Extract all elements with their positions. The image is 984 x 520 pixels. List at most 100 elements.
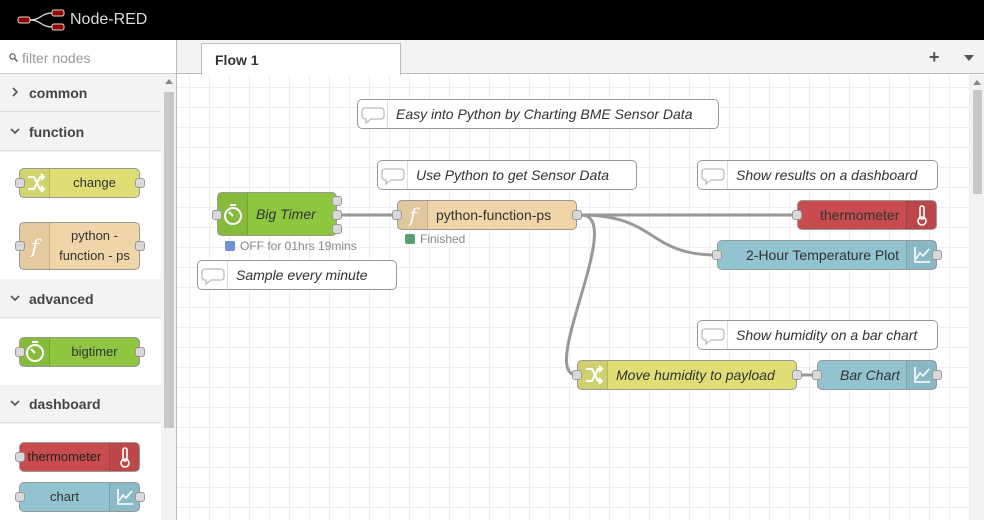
category-function-body: change f python - function - ps bbox=[0, 152, 161, 279]
app-title: Node-RED bbox=[70, 11, 148, 28]
chevron-down-icon bbox=[10, 128, 20, 135]
comment-text: Show humidity on a bar chart bbox=[736, 327, 918, 343]
output-port[interactable] bbox=[332, 210, 342, 220]
chevron-down-icon bbox=[10, 295, 20, 302]
palette-scrollbar-thumb[interactable] bbox=[164, 92, 174, 428]
tab-flow-1[interactable]: Flow 1 bbox=[201, 43, 401, 75]
input-port bbox=[15, 492, 25, 502]
comment-icon bbox=[358, 100, 388, 128]
input-port[interactable] bbox=[712, 250, 722, 260]
palette-node-label: python - function - ps bbox=[59, 228, 130, 263]
comment-text: Use Python to get Sensor Data bbox=[416, 167, 609, 183]
comment-text: Show results on a dashboard bbox=[736, 167, 918, 183]
status-text: Finished bbox=[420, 232, 466, 246]
comment-node[interactable]: Use Python to get Sensor Data bbox=[377, 160, 637, 190]
node-label: python-function-ps bbox=[436, 207, 552, 223]
output-port[interactable] bbox=[332, 196, 342, 206]
comment-node[interactable]: Easy into Python by Charting BME Sensor … bbox=[357, 99, 719, 129]
node-bar-chart[interactable]: Bar Chart bbox=[817, 360, 937, 390]
node-label: Bar Chart bbox=[840, 367, 900, 383]
header-bar: Node-RED bbox=[0, 0, 984, 40]
canvas-scrollbar-thumb[interactable] bbox=[973, 90, 982, 194]
comment-icon bbox=[698, 161, 728, 189]
input-port[interactable] bbox=[792, 210, 802, 220]
category-advanced[interactable]: advanced bbox=[0, 280, 161, 318]
palette-filter bbox=[0, 40, 176, 74]
node-label: Move humidity to payload bbox=[616, 367, 775, 383]
input-port bbox=[15, 178, 25, 188]
chevron-right-icon bbox=[12, 87, 19, 97]
tab-label: Flow 1 bbox=[215, 52, 259, 68]
svg-text:f: f bbox=[29, 234, 42, 258]
thermometer-icon bbox=[109, 443, 139, 471]
wire-python-to-plot bbox=[580, 213, 718, 257]
chevron-down-icon bbox=[10, 400, 20, 407]
input-port bbox=[15, 241, 25, 251]
node-big-timer[interactable]: Big Timer bbox=[217, 192, 337, 236]
node-red-editor: Node-RED common function bbox=[0, 0, 984, 520]
scroll-up-arrow-icon[interactable] bbox=[165, 79, 173, 84]
category-dashboard[interactable]: dashboard bbox=[0, 385, 161, 423]
comment-icon bbox=[698, 321, 728, 349]
palette-node-python-function[interactable]: f python - function - ps bbox=[19, 222, 140, 270]
palette-node-thermometer[interactable]: thermometer bbox=[19, 442, 140, 472]
category-label: common bbox=[29, 85, 88, 101]
palette-node-chart[interactable]: chart bbox=[19, 482, 140, 512]
comment-node[interactable]: Show humidity on a bar chart bbox=[697, 320, 938, 350]
status-dot bbox=[405, 234, 415, 244]
output-port[interactable] bbox=[572, 210, 582, 220]
category-label: dashboard bbox=[29, 396, 101, 412]
workspace-tabbar: Flow 1 + bbox=[177, 40, 984, 75]
timer-icon bbox=[218, 193, 248, 235]
category-function[interactable]: function bbox=[0, 113, 161, 151]
status-dot bbox=[225, 241, 235, 251]
shuffle-icon bbox=[578, 361, 608, 389]
output-port[interactable] bbox=[332, 224, 342, 234]
category-common[interactable]: common bbox=[0, 74, 161, 112]
input-port[interactable] bbox=[572, 370, 582, 380]
category-advanced-body: bigtimer bbox=[0, 319, 161, 385]
node-thermometer[interactable]: thermometer bbox=[797, 200, 937, 230]
node-label: 2-Hour Temperature Plot bbox=[746, 247, 900, 263]
palette-node-label: chart bbox=[50, 489, 79, 504]
input-port[interactable] bbox=[392, 210, 402, 220]
output-port[interactable] bbox=[932, 250, 942, 260]
comment-node[interactable]: Show results on a dashboard bbox=[697, 160, 938, 190]
status-text: OFF for 01hrs 19mins bbox=[240, 239, 357, 253]
palette-node-change[interactable]: change bbox=[19, 168, 140, 198]
node-python-function-ps[interactable]: f python-function-ps bbox=[397, 200, 577, 230]
palette-node-bigtimer[interactable]: bigtimer bbox=[19, 337, 140, 367]
add-tab-button[interactable]: + bbox=[929, 48, 940, 66]
flow-canvas[interactable]: Easy into Python by Charting BME Sensor … bbox=[177, 75, 970, 520]
palette-node-label: bigtimer bbox=[71, 344, 118, 359]
scroll-up-arrow-icon[interactable] bbox=[973, 80, 981, 85]
category-label: function bbox=[29, 124, 85, 140]
node-move-humidity[interactable]: Move humidity to payload bbox=[577, 360, 797, 390]
filter-nodes-input[interactable] bbox=[22, 48, 170, 68]
comment-text: Easy into Python by Charting BME Sensor … bbox=[396, 106, 693, 122]
thermometer-icon bbox=[906, 201, 936, 229]
comment-icon bbox=[378, 161, 408, 189]
category-dashboard-body: thermometer chart bbox=[0, 424, 161, 520]
node-red-logo-icon bbox=[17, 9, 65, 31]
palette-node-label: thermometer bbox=[27, 449, 102, 464]
comment-icon bbox=[198, 261, 228, 289]
output-port bbox=[135, 492, 145, 502]
comment-text: Sample every minute bbox=[236, 267, 368, 283]
output-port bbox=[135, 178, 145, 188]
comment-node[interactable]: Sample every minute bbox=[197, 260, 397, 290]
input-port bbox=[15, 452, 25, 462]
input-port[interactable] bbox=[812, 370, 822, 380]
output-port[interactable] bbox=[932, 370, 942, 380]
palette-node-label: change bbox=[73, 175, 116, 190]
output-port bbox=[135, 347, 145, 357]
node-label: Big Timer bbox=[256, 206, 316, 222]
svg-text:f: f bbox=[407, 203, 420, 227]
node-temperature-plot[interactable]: 2-Hour Temperature Plot bbox=[717, 240, 937, 270]
tab-list-menu-icon[interactable] bbox=[964, 55, 974, 61]
node-palette: common function change bbox=[0, 40, 177, 520]
output-port bbox=[135, 241, 145, 251]
input-port[interactable] bbox=[212, 210, 222, 220]
output-port[interactable] bbox=[792, 370, 802, 380]
input-port bbox=[15, 347, 25, 357]
